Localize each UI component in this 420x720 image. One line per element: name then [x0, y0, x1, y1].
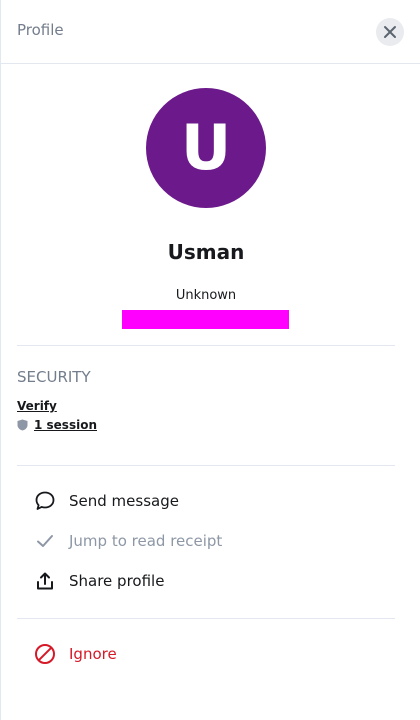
- close-button[interactable]: [376, 18, 404, 46]
- security-heading: SECURITY: [17, 368, 91, 386]
- send-message-label: Send message: [69, 492, 179, 510]
- jump-to-read-receipt-button[interactable]: Jump to read receipt: [33, 527, 222, 555]
- check-icon: [33, 529, 57, 553]
- presence-status: Unknown: [175, 288, 237, 303]
- sessions-link[interactable]: 1 session: [34, 418, 97, 432]
- close-icon: [383, 25, 397, 39]
- divider: [17, 345, 395, 346]
- verify-link[interactable]: Verify: [17, 399, 57, 413]
- panel-header: Profile: [1, 0, 420, 64]
- shield-icon: [17, 419, 28, 431]
- chat-bubble-icon: [33, 489, 57, 513]
- share-profile-label: Share profile: [69, 572, 165, 590]
- block-icon: [33, 642, 57, 666]
- user-display-name: Usman: [167, 240, 245, 264]
- avatar[interactable]: U: [146, 88, 266, 208]
- send-message-button[interactable]: Send message: [33, 487, 179, 515]
- jump-to-read-receipt-label: Jump to read receipt: [69, 532, 223, 550]
- user-info-panel: Profile U Usman Unknown SECURITY Verify …: [0, 0, 420, 720]
- share-profile-button[interactable]: Share profile: [33, 567, 164, 595]
- highlight-bar: [122, 310, 289, 329]
- divider: [17, 618, 395, 619]
- share-icon: [33, 569, 57, 593]
- ignore-label: Ignore: [69, 645, 117, 663]
- divider: [17, 465, 395, 466]
- sessions-row: 1 session: [17, 418, 97, 432]
- panel-title: Profile: [17, 21, 64, 39]
- ignore-button[interactable]: Ignore: [33, 640, 117, 668]
- avatar-initial: U: [180, 111, 232, 184]
